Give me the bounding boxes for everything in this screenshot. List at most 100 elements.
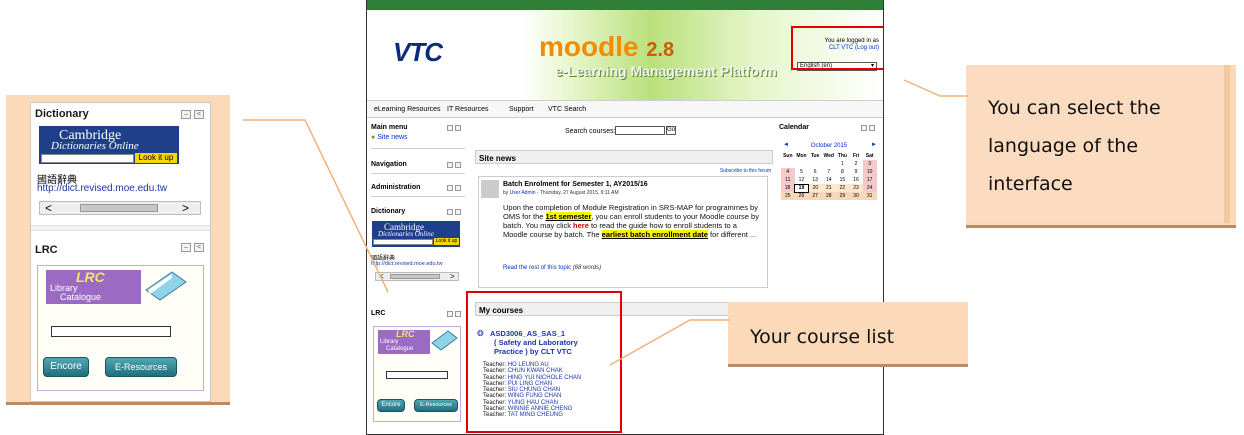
e-resources-button[interactable]: E-Resources bbox=[414, 399, 458, 412]
language-callout-line: You can select the bbox=[988, 97, 1161, 119]
calendar-day[interactable]: 13 bbox=[808, 176, 822, 184]
dock-icon[interactable] bbox=[861, 125, 867, 131]
calendar-day[interactable]: 24 bbox=[862, 184, 877, 192]
calendar-day[interactable]: 21 bbox=[821, 184, 836, 192]
menu-support[interactable]: Support bbox=[509, 106, 534, 113]
calendar-day[interactable]: 1 bbox=[836, 160, 850, 168]
prev-month-icon[interactable]: ◄ bbox=[783, 142, 789, 148]
post-body: Upon the completion of Module Registrati… bbox=[503, 203, 763, 239]
cambridge-search-input[interactable] bbox=[41, 154, 134, 163]
calendar-day[interactable]: 29 bbox=[835, 192, 850, 200]
calendar-day[interactable]: 25 bbox=[781, 192, 795, 200]
calendar-day-header: Fri bbox=[852, 153, 860, 159]
next-month-icon[interactable]: ► bbox=[871, 142, 877, 148]
chinese-dictionary-link[interactable]: http://dict.revised.moe.edu.tw bbox=[371, 261, 443, 267]
scrollbar-thumb[interactable] bbox=[80, 204, 158, 212]
calendar-day[interactable]: 3 bbox=[862, 160, 877, 168]
lrc-banner-title: LRC bbox=[76, 269, 105, 285]
calendar-day[interactable]: 22 bbox=[835, 184, 850, 192]
calendar-day[interactable]: 30 bbox=[849, 192, 863, 200]
read-more-link[interactable]: Read the rest of this topic bbox=[503, 265, 571, 271]
horizontal-scrollbar[interactable]: < > bbox=[375, 272, 459, 281]
language-callout: You can select the language of the interfa… bbox=[966, 65, 1236, 228]
chinese-dictionary-link[interactable]: http://dict.revised.moe.edu.tw bbox=[37, 183, 167, 194]
vtc-logo[interactable]: VTC bbox=[393, 37, 443, 68]
hide-icon[interactable] bbox=[869, 125, 875, 131]
calendar-day[interactable]: 23 bbox=[849, 184, 863, 192]
divider bbox=[371, 173, 465, 174]
avatar bbox=[481, 180, 499, 198]
e-resources-button[interactable]: E-Resources bbox=[105, 357, 177, 377]
dock-icon[interactable] bbox=[447, 162, 453, 168]
scroll-right-icon[interactable]: > bbox=[450, 272, 455, 281]
calendar-day[interactable]: 6 bbox=[808, 168, 822, 176]
lrc-search-input[interactable] bbox=[386, 371, 448, 379]
cambridge-search-input[interactable] bbox=[373, 239, 433, 245]
dock-icon[interactable] bbox=[447, 311, 453, 317]
post-author-link[interactable]: User Admin bbox=[510, 190, 536, 196]
custom-menu: eLearning Resources IT Resources Support… bbox=[367, 100, 883, 118]
calendar-day[interactable]: 7 bbox=[822, 168, 836, 176]
hide-icon[interactable] bbox=[455, 162, 461, 168]
calendar-day[interactable]: 9 bbox=[849, 168, 863, 176]
site-news-link[interactable]: ● Site news bbox=[371, 134, 465, 141]
menu-elearning-resources[interactable]: eLearning Resources bbox=[374, 106, 441, 113]
calendar-day[interactable]: 8 bbox=[836, 168, 850, 176]
calendar-month[interactable]: October 2015 bbox=[791, 143, 867, 149]
calendar-day[interactable]: 31 bbox=[862, 192, 877, 200]
hide-icon[interactable] bbox=[455, 125, 461, 131]
encore-button[interactable]: Encore bbox=[377, 399, 405, 412]
dock-icon[interactable]: – bbox=[181, 110, 191, 119]
calendar-day[interactable]: 18 bbox=[781, 184, 795, 192]
calendar-day[interactable]: 26 bbox=[794, 192, 809, 200]
block-separator bbox=[31, 225, 210, 231]
lrc-library-label: Library bbox=[380, 339, 399, 345]
calendar-day[interactable]: 12 bbox=[795, 176, 809, 184]
calendar-day[interactable]: 5 bbox=[795, 168, 809, 176]
calendar-day[interactable]: 2 bbox=[849, 160, 863, 168]
menu-it-resources[interactable]: IT Resources bbox=[447, 106, 489, 113]
calendar-day[interactable]: 15 bbox=[836, 176, 850, 184]
calendar-day[interactable]: 17 bbox=[862, 176, 877, 184]
calendar-day[interactable]: 16 bbox=[849, 176, 863, 184]
calendar-day[interactable]: 10 bbox=[862, 168, 877, 176]
calendar-day[interactable]: 20 bbox=[808, 184, 822, 192]
horizontal-scrollbar[interactable]: < > bbox=[39, 201, 201, 215]
hide-icon[interactable] bbox=[455, 311, 461, 317]
dock-icon[interactable] bbox=[447, 209, 453, 215]
encore-button[interactable]: Encore bbox=[43, 357, 89, 377]
block-controls bbox=[447, 209, 461, 215]
scrollbar-thumb[interactable] bbox=[390, 274, 440, 279]
calendar-day[interactable]: 4 bbox=[781, 168, 795, 176]
go-button[interactable]: Go bbox=[666, 126, 676, 135]
look-it-up-button[interactable]: Look it up bbox=[135, 153, 177, 163]
calendar-day[interactable]: 19 bbox=[794, 183, 809, 193]
hide-icon[interactable]: < bbox=[194, 243, 204, 252]
lrc-search-input[interactable] bbox=[51, 326, 171, 337]
dock-icon[interactable] bbox=[447, 125, 453, 131]
subscribe-link[interactable]: Subscribe to this forum bbox=[720, 168, 771, 174]
scroll-right-icon[interactable]: > bbox=[182, 201, 189, 215]
hide-icon[interactable] bbox=[455, 209, 461, 215]
menu-vtc-search[interactable]: VTC Search bbox=[548, 106, 586, 113]
platform-tagline: e-Learning Management Platform bbox=[555, 63, 777, 79]
course-list-callout-text: Your course list bbox=[750, 326, 895, 348]
block-controls bbox=[447, 185, 461, 191]
hide-icon[interactable]: < bbox=[194, 110, 204, 119]
divider bbox=[371, 196, 465, 197]
search-courses-input[interactable] bbox=[615, 126, 665, 135]
dock-icon[interactable] bbox=[447, 185, 453, 191]
dock-icon[interactable]: – bbox=[181, 243, 191, 252]
scroll-left-icon[interactable]: < bbox=[379, 272, 384, 281]
look-it-up-button[interactable]: Look it up bbox=[434, 238, 459, 245]
calendar-day[interactable]: 28 bbox=[821, 192, 836, 200]
lrc-block-controls: – < bbox=[181, 243, 204, 252]
calendar-day[interactable]: 11 bbox=[781, 176, 795, 184]
hide-icon[interactable] bbox=[455, 185, 461, 191]
calendar-day[interactable]: 27 bbox=[808, 192, 822, 200]
guide-link[interactable]: here bbox=[573, 221, 589, 230]
block-controls bbox=[447, 162, 461, 168]
language-callout-line: interface bbox=[988, 173, 1073, 195]
calendar-day[interactable]: 14 bbox=[822, 176, 836, 184]
scroll-left-icon[interactable]: < bbox=[45, 201, 52, 215]
